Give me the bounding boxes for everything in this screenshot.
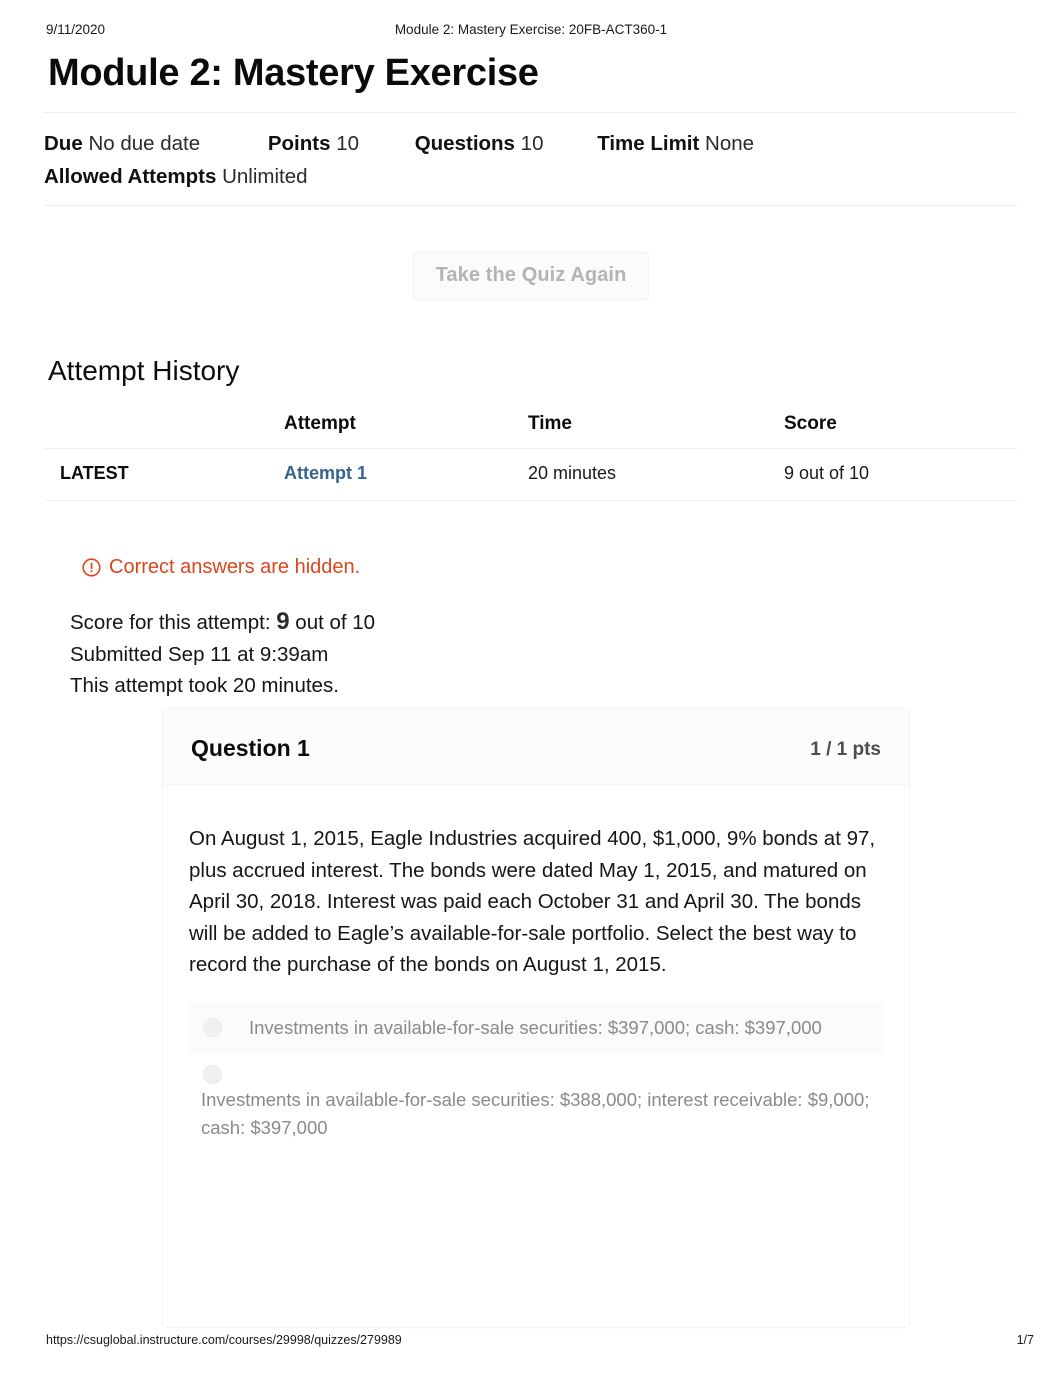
questions-value: 10 — [520, 132, 544, 155]
take-quiz-again-container: Take the Quiz Again — [0, 252, 1062, 300]
time-limit-value: None — [705, 132, 755, 155]
score-summary: Score for this attempt: 9 out of 10 Subm… — [70, 606, 375, 702]
attempt-history-heading: Attempt History — [48, 355, 240, 386]
quiz-info-line-2: Allowed Attempts Unlimited — [44, 160, 1018, 193]
answer-options-list: Investments in available-for-sale securi… — [189, 1002, 883, 1153]
due-label: Due — [44, 132, 83, 155]
correct-answers-hidden-notice: Correct answers are hidden. — [82, 556, 360, 579]
attempt-score-value: 9 out of 10 — [784, 448, 1018, 501]
radio-button-icon[interactable] — [203, 1017, 222, 1037]
page-title: Module 2: Mastery Exercise — [48, 52, 539, 94]
print-footer-page-number: 1/7 — [1016, 1333, 1034, 1347]
question-header: Question 1 1 / 1 pts — [163, 709, 909, 785]
score-for-attempt-line: Score for this attempt: 9 out of 10 — [70, 606, 375, 639]
correct-answers-hidden-label: Correct answers are hidden. — [109, 556, 361, 578]
question-text: On August 1, 2015, Eagle Industries acqu… — [189, 827, 876, 976]
attempt-time-value: 20 minutes — [528, 448, 784, 501]
time-limit-label: Time Limit — [597, 132, 700, 155]
table-row: LATEST Attempt 1 20 minutes 9 out of 10 — [44, 448, 1018, 501]
column-header-score: Score — [784, 410, 1018, 449]
column-header-time: Time — [528, 410, 784, 449]
submitted-line: Submitted Sep 11 at 9:39am — [70, 642, 329, 666]
allowed-attempts-value: Unlimited — [222, 165, 308, 188]
attempt-history-table: Attempt Time Score LATEST Attempt 1 20 m… — [44, 410, 1018, 501]
answer-option[interactable]: Investments in available-for-sale securi… — [189, 1002, 883, 1053]
quiz-info-line-1: Due No due date Points 10 Questions 10 T… — [44, 127, 1018, 160]
questions-label: Questions — [414, 132, 515, 155]
attempt-1-link[interactable]: Attempt 1 — [284, 463, 367, 483]
allowed-attempts-label: Allowed Attempts — [44, 165, 217, 188]
points-label: Points — [267, 132, 331, 155]
warning-exclamation-icon — [82, 558, 101, 577]
print-footer-url: https://csuglobal.instructure.com/course… — [46, 1333, 402, 1347]
answer-option[interactable]: Investments in available-for-sale securi… — [189, 1053, 883, 1153]
answer-option-label: Investments in available-for-sale securi… — [201, 1088, 870, 1138]
print-document-title: Module 2: Mastery Exercise: 20FB-ACT360-… — [394, 22, 668, 37]
question-body: On August 1, 2015, Eagle Industries acqu… — [163, 785, 909, 1153]
question-points: 1 / 1 pts — [810, 739, 881, 760]
print-header: 9/11/2020 Module 2: Mastery Exercise: 20… — [0, 22, 1062, 40]
question-card: Question 1 1 / 1 pts On August 1, 2015, … — [162, 708, 910, 1328]
quiz-info-box: Due No due date Points 10 Questions 10 T… — [44, 112, 1018, 206]
score-suffix-label: out of 10 — [295, 611, 376, 634]
take-quiz-again-button[interactable]: Take the Quiz Again — [412, 252, 650, 300]
answer-option-label: Investments in available-for-sale securi… — [249, 1016, 822, 1038]
table-header-row: Attempt Time Score — [44, 410, 1018, 449]
due-value: No due date — [88, 132, 201, 155]
duration-line: This attempt took 20 minutes. — [70, 674, 339, 697]
column-header-blank — [44, 410, 284, 449]
print-footer: https://csuglobal.instructure.com/course… — [0, 1333, 1062, 1351]
radio-button-icon[interactable] — [203, 1064, 222, 1084]
points-value: 10 — [336, 132, 360, 155]
question-title: Question 1 — [191, 735, 310, 761]
score-value: 9 — [276, 608, 290, 635]
column-header-attempt: Attempt — [284, 410, 528, 449]
score-prefix-label: Score for this attempt: — [70, 611, 271, 634]
latest-badge: LATEST — [44, 448, 284, 501]
